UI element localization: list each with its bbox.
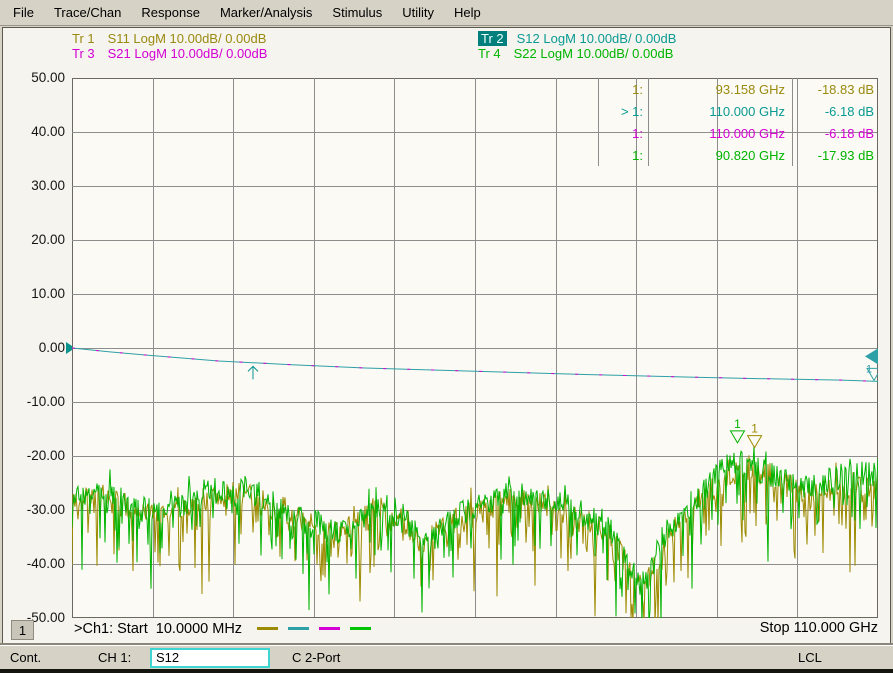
local-remote-status: LCL bbox=[798, 650, 822, 665]
channel-badge[interactable]: 1 bbox=[11, 620, 34, 640]
trace-legend-row-2: Tr 3 S21 LogM 10.00dB/ 0.00dB Tr 4 S22 L… bbox=[72, 46, 880, 61]
vna-application-window: File Trace/Chan Response Marker/Analysis… bbox=[0, 0, 893, 673]
stimulus-start-group: >Ch1: Start 10.0000 MHz bbox=[74, 619, 371, 638]
y-axis-label: -30.00 bbox=[7, 502, 65, 518]
svg-text:1: 1 bbox=[866, 363, 872, 375]
menu-utility[interactable]: Utility bbox=[392, 2, 444, 23]
channel-label: CH 1: bbox=[98, 650, 144, 665]
trace-legend-row-1: Tr 1 S11 LogM 10.00dB/ 0.00dB Tr 2 S12 L… bbox=[72, 31, 880, 46]
marker-readout-tr1: 1: 93.158 GHz -18.83 dB bbox=[598, 78, 878, 100]
marker-frequency: 110.000 GHz bbox=[648, 100, 792, 122]
y-axis-label: 50.00 bbox=[7, 70, 65, 86]
svg-text:1: 1 bbox=[751, 422, 758, 436]
marker-readout-table: 1: 93.158 GHz -18.83 dB > 1: 110.000 GHz… bbox=[598, 78, 878, 166]
trace-id-tr1[interactable]: Tr 1 bbox=[72, 31, 98, 46]
trace-format-tr1: S11 LogM 10.00dB/ 0.00dB bbox=[108, 31, 267, 46]
marker-value: -6.18 dB bbox=[792, 100, 878, 122]
marker-readout-tr4: 1: 90.820 GHz -17.93 dB bbox=[598, 144, 878, 166]
trace-id-tr2[interactable]: Tr 2 bbox=[478, 31, 507, 46]
status-bar: Cont. CH 1: S12 C 2-Port LCL bbox=[0, 645, 893, 669]
trace-dash-tr3 bbox=[319, 627, 340, 630]
y-axis-label: 30.00 bbox=[7, 178, 65, 194]
menu-response[interactable]: Response bbox=[131, 2, 210, 23]
marker-value: -17.93 dB bbox=[792, 144, 878, 166]
screen-bottom-edge bbox=[0, 669, 893, 673]
trace-status-tr1[interactable]: Tr 1 S11 LogM 10.00dB/ 0.00dB bbox=[72, 31, 478, 46]
menu-bar: File Trace/Chan Response Marker/Analysis… bbox=[0, 0, 893, 26]
trace-id-tr4[interactable]: Tr 4 bbox=[478, 46, 504, 61]
menu-help[interactable]: Help bbox=[444, 2, 491, 23]
trace-format-tr4: S22 LogM 10.00dB/ 0.00dB bbox=[514, 46, 674, 61]
y-axis-label: 0.00 bbox=[7, 340, 65, 356]
y-axis-label: 40.00 bbox=[7, 124, 65, 140]
measurement-field[interactable]: S12 bbox=[150, 648, 270, 668]
marker-number: 1: bbox=[598, 122, 648, 144]
marker-readout-tr3: 1: 110.000 GHz -6.18 dB bbox=[598, 122, 878, 144]
trace-status-tr2[interactable]: Tr 2 S12 LogM 10.00dB/ 0.00dB bbox=[478, 31, 676, 46]
start-frequency-label[interactable]: >Ch1: Start 10.0000 MHz bbox=[74, 621, 242, 637]
trace-format-tr3: S21 LogM 10.00dB/ 0.00dB bbox=[108, 46, 268, 61]
trace-format-tr2: S12 LogM 10.00dB/ 0.00dB bbox=[517, 31, 677, 46]
marker-frequency: 110.000 GHz bbox=[648, 122, 792, 144]
menu-stimulus[interactable]: Stimulus bbox=[322, 2, 392, 23]
trace-status-tr3[interactable]: Tr 3 S21 LogM 10.00dB/ 0.00dB bbox=[72, 46, 478, 61]
trace-dash-tr2 bbox=[288, 627, 309, 630]
trace-id-tr3[interactable]: Tr 3 bbox=[72, 46, 98, 61]
marker-number: 1: bbox=[598, 144, 648, 166]
y-axis-label: -20.00 bbox=[7, 448, 65, 464]
marker-value: -18.83 dB bbox=[792, 78, 878, 100]
svg-text:1: 1 bbox=[734, 417, 741, 431]
marker-frequency: 90.820 GHz bbox=[648, 144, 792, 166]
marker-value: -6.18 dB bbox=[792, 122, 878, 144]
trace-dash-tr4 bbox=[350, 627, 371, 630]
marker-readout-tr2: > 1: 110.000 GHz -6.18 dB bbox=[598, 100, 878, 122]
y-axis-label: 10.00 bbox=[7, 286, 65, 302]
calibration-status: C 2-Port bbox=[292, 650, 340, 665]
y-axis-label: 20.00 bbox=[7, 232, 65, 248]
sweep-status: Cont. bbox=[10, 650, 98, 665]
marker-number: 1: bbox=[598, 78, 648, 100]
marker-number: > 1: bbox=[598, 100, 648, 122]
menu-trace-chan[interactable]: Trace/Chan bbox=[44, 2, 131, 23]
marker-frequency: 93.158 GHz bbox=[648, 78, 792, 100]
y-axis-label: -10.00 bbox=[7, 394, 65, 410]
trace-dash-tr1 bbox=[257, 627, 278, 630]
y-axis-label: -40.00 bbox=[7, 556, 65, 572]
trace-status-tr4[interactable]: Tr 4 S22 LogM 10.00dB/ 0.00dB bbox=[478, 46, 673, 61]
stop-frequency-label[interactable]: Stop 110.000 GHz bbox=[668, 619, 878, 638]
menu-file[interactable]: File bbox=[3, 2, 44, 23]
measurement-display: Tr 1 S11 LogM 10.00dB/ 0.00dB Tr 2 S12 L… bbox=[2, 27, 891, 645]
menu-marker-analysis[interactable]: Marker/Analysis bbox=[210, 2, 322, 23]
